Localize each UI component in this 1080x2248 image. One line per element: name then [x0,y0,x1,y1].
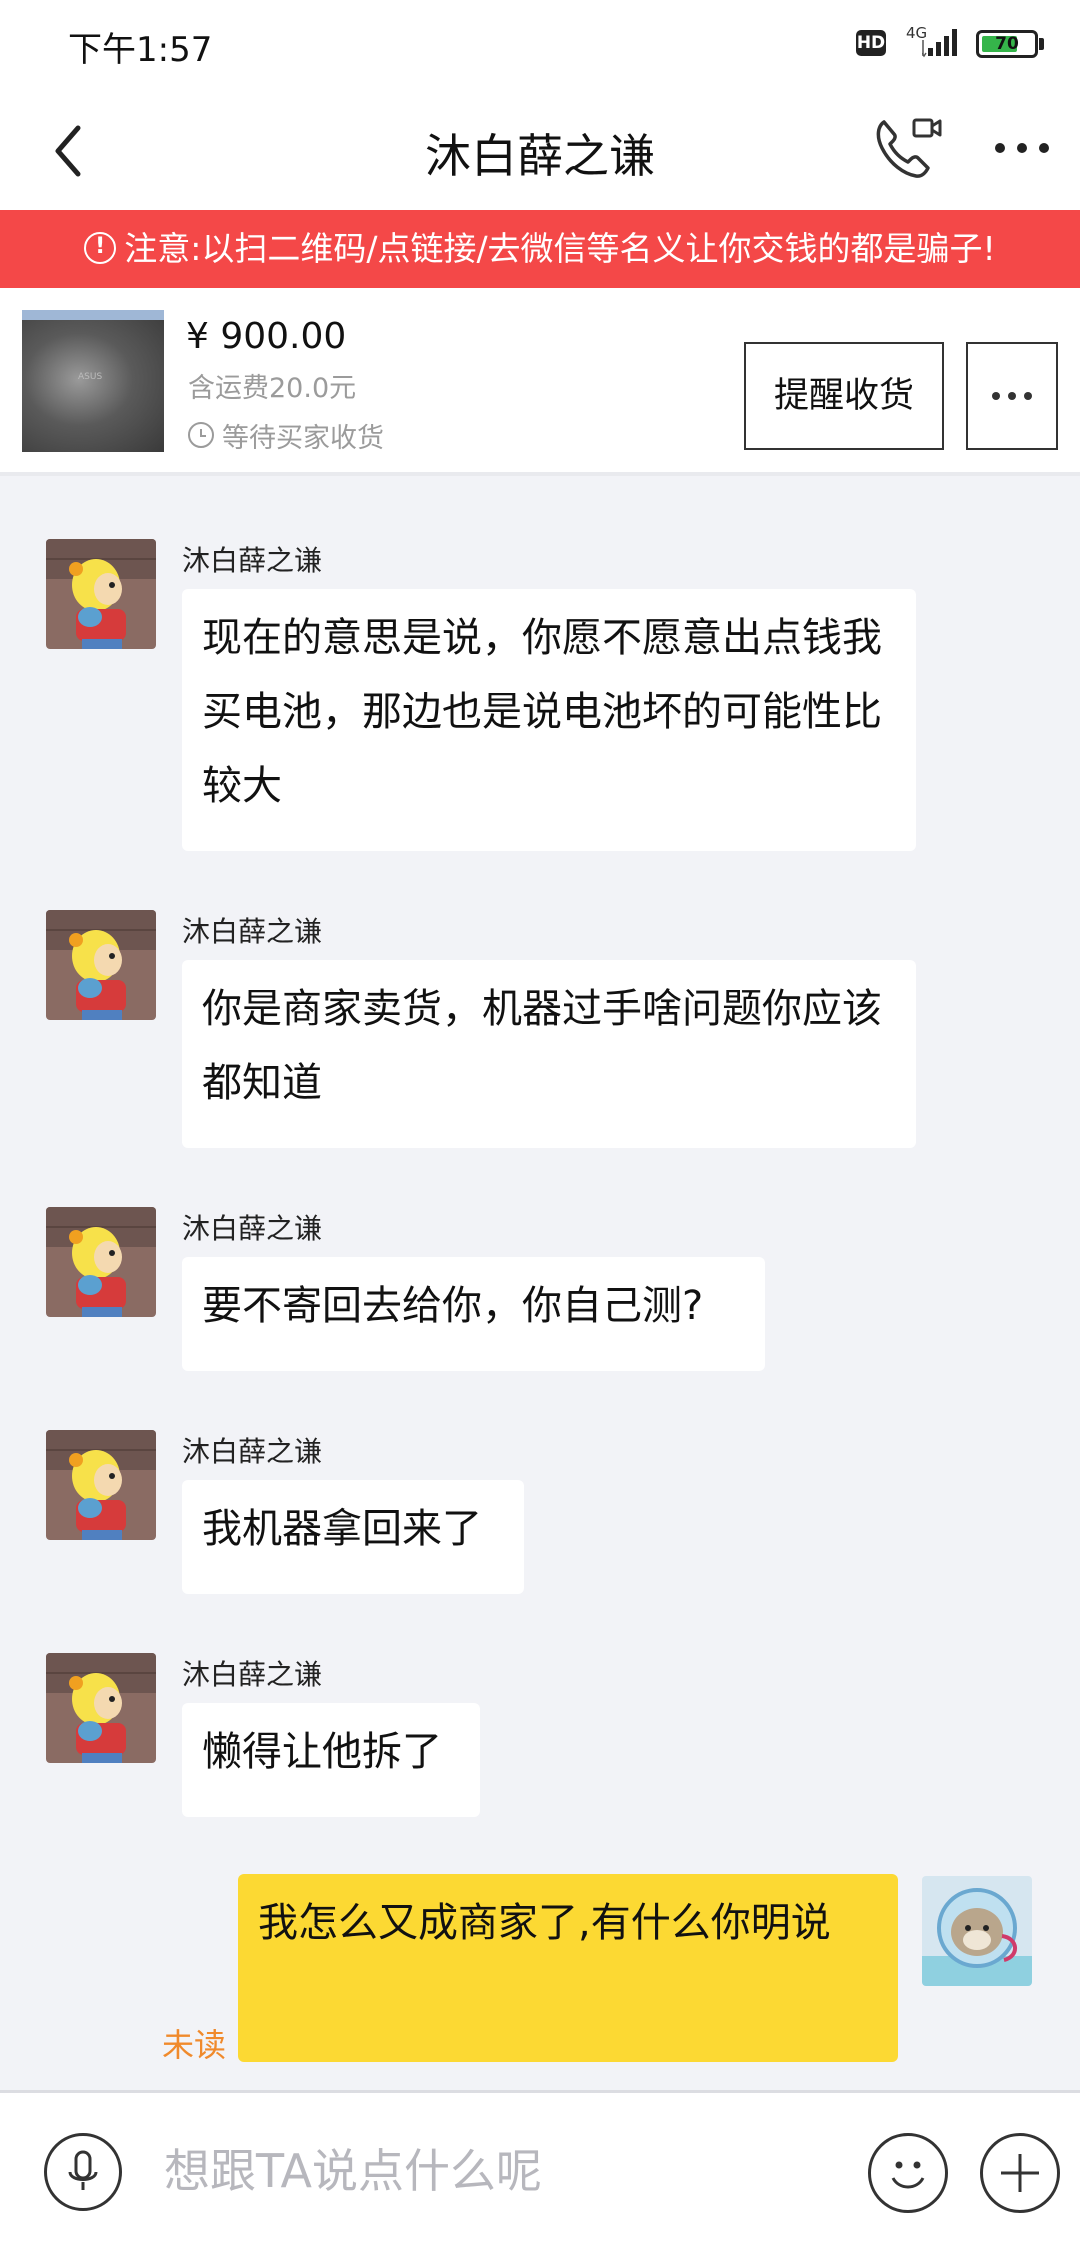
order-more-button[interactable] [966,342,1058,450]
clock-icon [188,422,214,448]
product-logo: ASUS [78,372,103,382]
order-status: 等待买家收货 [222,423,384,454]
smiley-icon[interactable] [868,2133,948,2213]
more-horizontal-icon [992,392,1032,400]
message-bubble[interactable]: 你是商家卖货，机器过手啥问题你应该都知道 [182,960,916,1148]
status-bar: 下午1:57 HD 4G 70 [0,0,1080,92]
message-bubble[interactable]: 懒得让他拆了 [182,1703,480,1817]
phone-video-icon[interactable] [870,112,942,184]
chat-header: 沐白薛之谦 [0,92,1080,210]
more-horizontal-icon[interactable] [990,128,1054,168]
battery-level: 70 [995,34,1019,54]
input-bar: 想跟TA说点什么呢 [0,2090,1080,2248]
battery-tip [1039,38,1044,50]
order-price: ¥ 900.00 [186,316,347,357]
avatar[interactable] [46,1430,156,1540]
my-avatar[interactable] [922,1876,1032,1986]
microphone-icon[interactable] [44,2133,122,2211]
hd-badge: HD [856,30,886,56]
product-thumbnail[interactable]: ASUS [22,310,164,452]
sender-name: 沐白薛之谦 [182,1435,323,1468]
warning-icon: ! [84,231,117,264]
message-bubble[interactable]: 要不寄回去给你，你自己测? [182,1257,765,1371]
message-bubble[interactable]: 现在的意思是说，你愿不愿意出点钱我买电池，那边也是说电池坏的可能性比较大 [182,589,916,851]
status-time: 下午1:57 [68,30,213,70]
my-message-bubble[interactable]: 我怎么又成商家了,有什么你明说 [238,1874,898,2062]
message-bubble[interactable]: 我机器拿回来了 [182,1480,524,1594]
chevron-left-icon[interactable] [44,116,94,186]
remind-receipt-button[interactable]: 提醒收货 [744,342,944,450]
order-card[interactable]: ASUS ¥ 900.00 含运费20.0元 等待买家收货 提醒收货 [0,288,1080,476]
avatar[interactable] [46,1207,156,1317]
signal-icon [922,29,957,58]
avatar[interactable] [46,910,156,1020]
sender-name: 沐白薛之谦 [182,1658,323,1691]
sender-name: 沐白薛之谦 [182,1212,323,1245]
sender-name: 沐白薛之谦 [182,915,323,948]
avatar[interactable] [46,1653,156,1763]
warning-text: 注意:以扫二维码/点链接/去微信等名义让你交钱的都是骗子! [124,229,996,268]
avatar[interactable] [46,539,156,649]
battery-icon: 70 [976,30,1038,58]
fraud-warning-banner: ! 注意:以扫二维码/点链接/去微信等名义让你交钱的都是骗子! [0,210,1080,288]
sender-name: 沐白薛之谦 [182,544,323,577]
unread-status: 未读 [162,2026,227,2064]
plus-icon[interactable] [980,2133,1060,2213]
shipping-fee: 含运费20.0元 [188,373,357,404]
message-input[interactable]: 想跟TA说点什么呢 [164,2131,844,2211]
